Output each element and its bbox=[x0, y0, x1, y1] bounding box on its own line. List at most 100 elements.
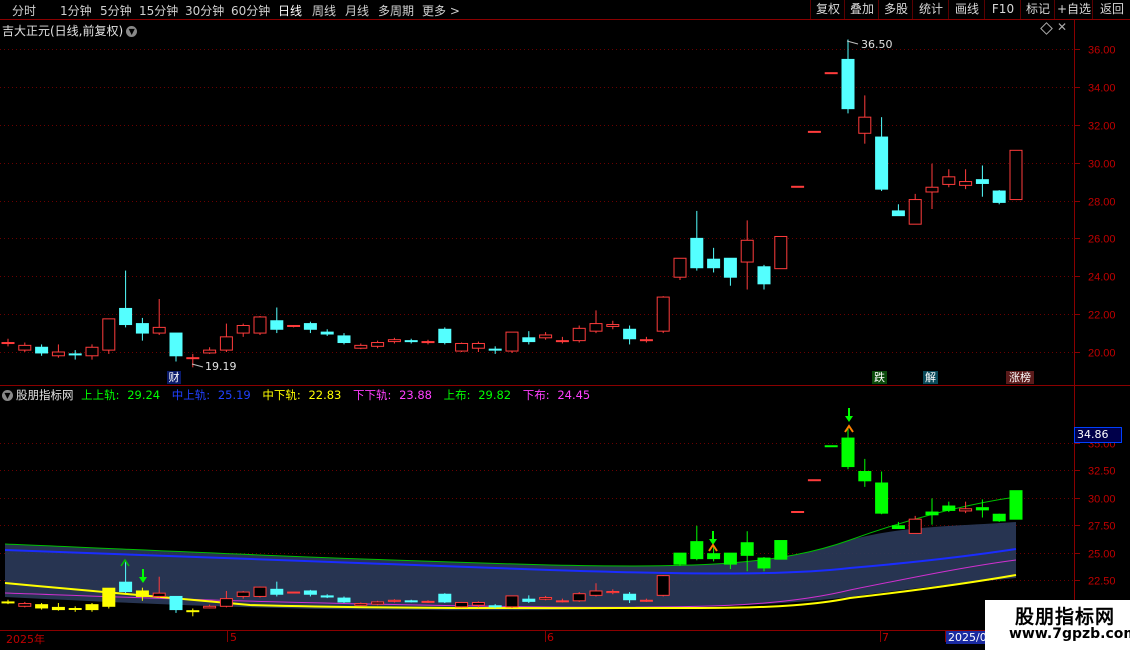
price-tick-label: 28.00 bbox=[1088, 197, 1116, 209]
candle-body bbox=[673, 257, 687, 278]
indicator-candle-body bbox=[707, 553, 721, 560]
indicator-lower-lower: 下下轨: 23.88 bbox=[353, 388, 432, 402]
indicator-candle-body bbox=[169, 595, 183, 611]
indicator-candle-body bbox=[404, 600, 418, 603]
candle-body bbox=[169, 332, 183, 357]
indicator-candle-body bbox=[18, 603, 32, 607]
candle-body bbox=[438, 328, 452, 344]
kline-chart[interactable]: 36.00 34.00 32.00 30.00 28.00 26.00 24.00 22.00… bbox=[0, 0, 1130, 650]
indicator-candle-body bbox=[891, 525, 905, 529]
candle-body bbox=[152, 326, 166, 334]
candle-body bbox=[807, 130, 821, 133]
price-tick-label: 24.00 bbox=[1088, 272, 1116, 284]
indicator-candle-body bbox=[639, 599, 653, 602]
event-marker-drop[interactable]: 跌 bbox=[872, 371, 887, 384]
candle-body bbox=[757, 266, 771, 285]
indicator-candle-body bbox=[539, 597, 553, 600]
indicator-candle-body bbox=[656, 575, 670, 596]
indicator-candle-body bbox=[102, 587, 116, 607]
indicator-candle-body bbox=[287, 591, 301, 594]
indicator-candle-body bbox=[119, 581, 133, 593]
indicator-candle-body bbox=[1009, 490, 1023, 520]
indicator-tick-label: 22.50 bbox=[1088, 576, 1116, 588]
candle-body bbox=[740, 239, 754, 263]
candle-body bbox=[942, 176, 956, 185]
candle-body bbox=[1, 342, 15, 345]
indicator-candle-body bbox=[505, 595, 519, 608]
indicator-candle-body bbox=[236, 591, 250, 597]
candle-body bbox=[287, 324, 301, 327]
indicator-candle-body bbox=[371, 601, 385, 605]
indicator-candle-body bbox=[555, 600, 569, 603]
indicator-candle-body bbox=[488, 605, 502, 608]
indicator-candle-body bbox=[824, 445, 838, 448]
indicator-candle-body bbox=[1, 601, 15, 604]
indicator-candle-body bbox=[690, 541, 704, 560]
candle-body bbox=[555, 340, 569, 343]
indicator-candle-body bbox=[925, 511, 939, 516]
chevron-down-icon[interactable]: ▼ bbox=[2, 390, 13, 401]
candle-body bbox=[102, 318, 116, 351]
candle-body bbox=[18, 344, 32, 351]
x-label-july: 7 bbox=[882, 631, 889, 644]
indicator-candle-body bbox=[337, 597, 351, 603]
x-label-cursor-date: 2025/0 bbox=[946, 631, 989, 644]
candle-body bbox=[337, 335, 351, 344]
candle-body bbox=[320, 331, 334, 335]
indicator-upper-cloth: 上布: 29.82 bbox=[443, 388, 512, 402]
indicator-candle-body bbox=[471, 601, 485, 606]
x-label-year: 2025年 bbox=[6, 633, 45, 646]
low-price-label: 19.19 bbox=[205, 360, 237, 373]
candle-body bbox=[522, 337, 536, 343]
logo-title: 股朋指标网 bbox=[1015, 606, 1116, 628]
candle-body bbox=[119, 307, 133, 326]
candle-body bbox=[354, 344, 368, 349]
candle-body bbox=[236, 324, 250, 334]
indicator-candle-body bbox=[942, 505, 956, 511]
price-candles bbox=[1, 39, 1023, 368]
indicator-candle-body bbox=[791, 511, 805, 513]
candle-body bbox=[539, 334, 553, 339]
candle-body bbox=[925, 186, 939, 193]
indicator-candle-body bbox=[875, 482, 889, 514]
candle-body bbox=[959, 181, 973, 186]
event-marker-limit-list[interactable]: 涨榜 bbox=[1006, 371, 1034, 384]
x-axis-ticks bbox=[227, 630, 946, 642]
indicator-candle-body bbox=[740, 542, 754, 556]
price-tick-label: 20.00 bbox=[1088, 348, 1116, 360]
candle-body bbox=[270, 320, 284, 330]
indicator-candle-body bbox=[807, 479, 821, 482]
price-tick-label: 32.00 bbox=[1088, 121, 1116, 133]
indicator-tick-label: 25.00 bbox=[1088, 549, 1116, 561]
price-tick-label: 36.00 bbox=[1088, 45, 1116, 57]
indicator-candle-body bbox=[858, 470, 872, 482]
candle-body bbox=[387, 339, 401, 343]
candle-body bbox=[606, 324, 620, 327]
candle-body bbox=[975, 179, 989, 184]
event-marker-finance[interactable]: 财 bbox=[167, 371, 181, 384]
indicator-candle-body bbox=[723, 552, 737, 565]
candle-body bbox=[35, 346, 49, 354]
candle-body bbox=[404, 340, 418, 343]
indicator-candle-body bbox=[959, 508, 973, 512]
indicator-candle-body bbox=[152, 592, 166, 597]
indicator-candle-body bbox=[438, 593, 452, 603]
indicator-candle-body bbox=[203, 605, 217, 609]
event-marker-unlock[interactable]: 解 bbox=[923, 371, 938, 384]
price-tick-label: 34.00 bbox=[1088, 83, 1116, 95]
candle-body bbox=[690, 237, 704, 269]
candle-body bbox=[1009, 149, 1023, 201]
indicator-upper-upper: 上上轨: 29.24 bbox=[81, 388, 161, 402]
candle-body bbox=[219, 336, 233, 351]
candle-body bbox=[51, 351, 65, 357]
indicator-candle-body bbox=[908, 518, 922, 534]
indicator-candle-body bbox=[992, 513, 1006, 522]
high-price-label: 36.50 bbox=[861, 38, 893, 51]
candle-body bbox=[589, 323, 603, 332]
indicator-candle-body bbox=[606, 591, 620, 594]
indicator-candle-body bbox=[774, 540, 788, 560]
indicator-name[interactable]: 股朋指标网 bbox=[16, 388, 74, 402]
candle-body bbox=[875, 136, 889, 190]
price-tick-label: 26.00 bbox=[1088, 234, 1116, 246]
candle-body bbox=[623, 328, 637, 340]
